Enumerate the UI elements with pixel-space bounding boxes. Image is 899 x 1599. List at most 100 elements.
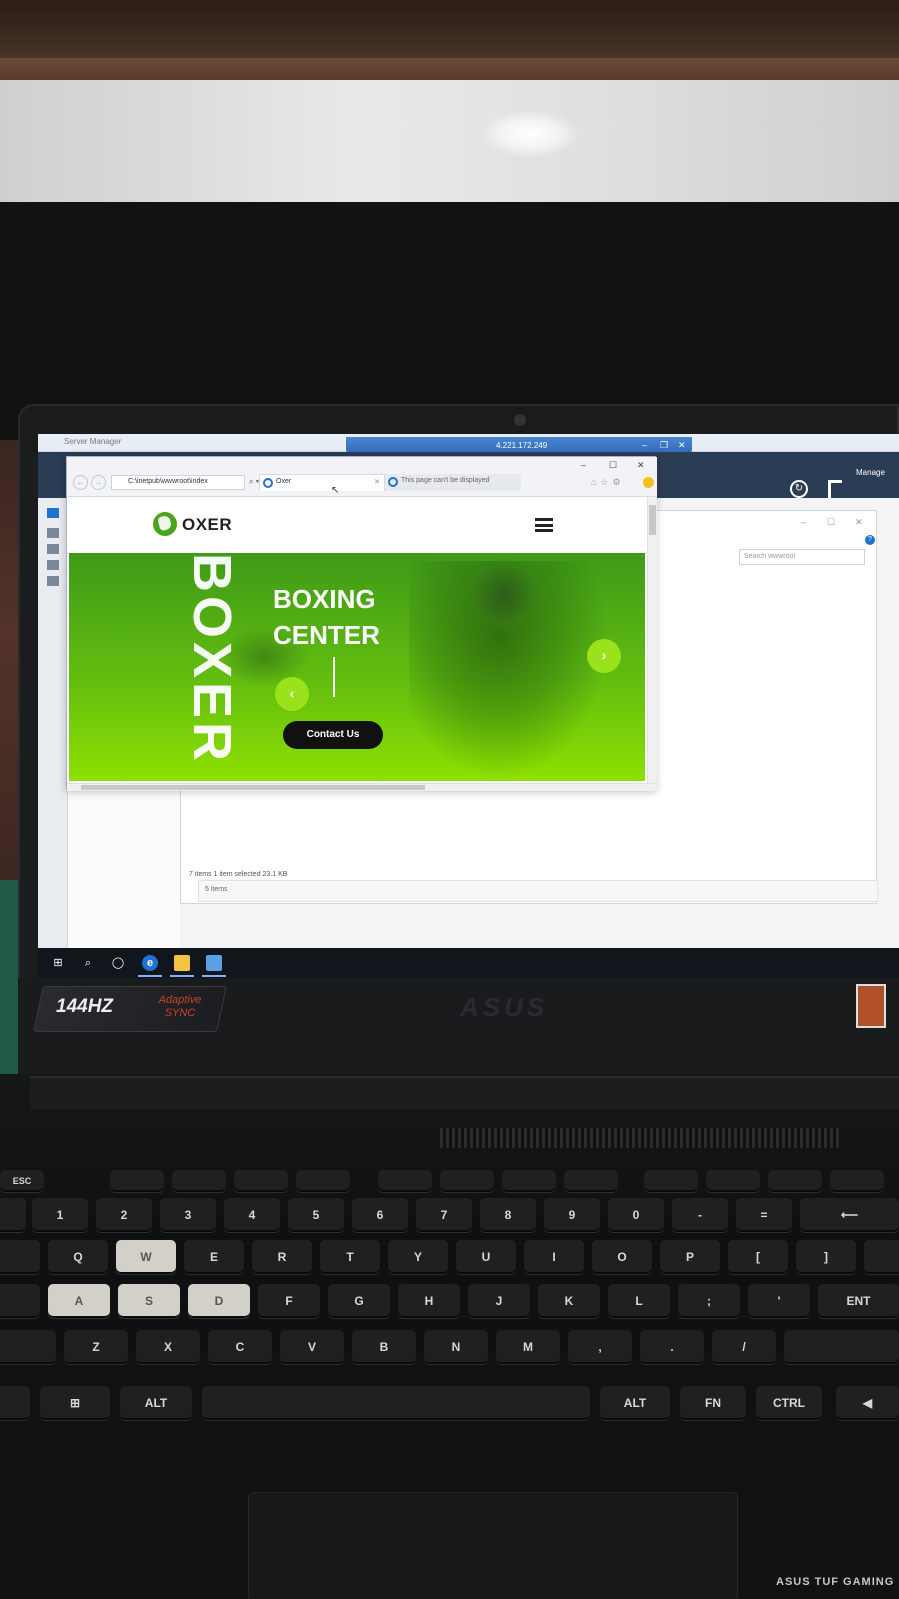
key[interactable]: S [118, 1284, 180, 1318]
horizontal-scrollbar[interactable] [67, 783, 657, 791]
key[interactable]: R [252, 1240, 312, 1274]
key[interactable]: Y [388, 1240, 448, 1274]
windows-start-icon[interactable]: ⊞ [50, 955, 66, 971]
touchpad[interactable] [248, 1492, 738, 1599]
browser-minimize-icon[interactable]: – [581, 460, 586, 470]
task-view-icon[interactable]: ◯ [110, 955, 126, 971]
key[interactable]: 7 [416, 1198, 472, 1232]
key[interactable] [0, 1198, 26, 1232]
dashboard-icon[interactable] [47, 508, 59, 518]
key[interactable]: - [672, 1198, 728, 1232]
spacebar[interactable] [202, 1386, 590, 1420]
key[interactable]: U [456, 1240, 516, 1274]
boxing-glove-logo-icon[interactable] [150, 509, 180, 539]
hamburger-menu-icon[interactable] [535, 518, 553, 532]
tab-error[interactable]: This page can't be displayed [385, 474, 521, 491]
fn-key[interactable]: FN [680, 1386, 746, 1420]
key[interactable]: 4 [224, 1198, 280, 1232]
key[interactable]: 3 [160, 1198, 216, 1232]
ctrl-key[interactable] [0, 1386, 30, 1420]
key[interactable]: C [208, 1330, 272, 1364]
back-arrow-icon[interactable]: ← [73, 475, 88, 490]
key[interactable]: [ [728, 1240, 788, 1274]
key[interactable]: B [352, 1330, 416, 1364]
key[interactable]: = [736, 1198, 792, 1232]
key[interactable]: T [320, 1240, 380, 1274]
file-services-icon[interactable] [47, 560, 59, 570]
key[interactable]: V [280, 1330, 344, 1364]
key[interactable]: , [568, 1330, 632, 1364]
key[interactable]: ESC [0, 1170, 44, 1192]
key[interactable]: 5 [288, 1198, 344, 1232]
address-bar[interactable]: C:\inetpub\wwwroot\index [111, 475, 245, 490]
explorer-search-input[interactable]: Search wwwroot [739, 549, 865, 565]
key[interactable]: . [640, 1330, 704, 1364]
file-explorer-icon[interactable] [174, 955, 190, 971]
function-key[interactable] [768, 1170, 822, 1192]
function-key[interactable] [234, 1170, 288, 1192]
ctrl-key[interactable]: CTRL [756, 1386, 822, 1420]
key[interactable]: G [328, 1284, 390, 1318]
function-key[interactable] [830, 1170, 884, 1192]
key[interactable]: 6 [352, 1198, 408, 1232]
explorer-close-icon[interactable]: ✕ [855, 517, 863, 528]
manage-menu[interactable]: Manage [856, 468, 885, 477]
key[interactable]: N [424, 1330, 488, 1364]
key[interactable]: 9 [544, 1198, 600, 1232]
key[interactable]: O [592, 1240, 652, 1274]
rdp-close-icon[interactable]: ✕ [678, 440, 686, 451]
key[interactable]: ; [678, 1284, 740, 1318]
key[interactable]: H [398, 1284, 460, 1318]
backspace-key[interactable]: ⟵ [800, 1198, 899, 1232]
backslash-key[interactable] [864, 1240, 899, 1274]
key[interactable]: F [258, 1284, 320, 1318]
key[interactable]: ' [748, 1284, 810, 1318]
key[interactable]: Z [64, 1330, 128, 1364]
key[interactable]: M [496, 1330, 560, 1364]
key[interactable]: P [660, 1240, 720, 1274]
browser-maximize-icon[interactable]: ☐ [609, 460, 617, 471]
key[interactable]: 1 [32, 1198, 88, 1232]
help-icon[interactable]: ? [865, 535, 875, 545]
function-key[interactable] [502, 1170, 556, 1192]
key[interactable]: K [538, 1284, 600, 1318]
site-logo[interactable]: OXER [182, 515, 232, 535]
function-key[interactable] [644, 1170, 698, 1192]
windows-key-icon[interactable]: ⊞ [40, 1386, 110, 1420]
feedback-smiley-icon[interactable] [643, 477, 654, 488]
key[interactable]: E [184, 1240, 244, 1274]
refresh-icon[interactable]: ↻ [790, 480, 808, 498]
function-key[interactable] [706, 1170, 760, 1192]
alt-key[interactable]: ALT [120, 1386, 192, 1420]
function-key[interactable] [564, 1170, 618, 1192]
vertical-scroll-thumb[interactable] [649, 505, 656, 535]
caps-lock-key[interactable] [0, 1284, 40, 1318]
enter-key[interactable]: ENT [818, 1284, 899, 1318]
key[interactable]: I [524, 1240, 584, 1274]
key[interactable]: A [48, 1284, 110, 1318]
function-key[interactable] [172, 1170, 226, 1192]
key[interactable]: D [188, 1284, 250, 1318]
key[interactable]: 8 [480, 1198, 536, 1232]
key[interactable]: 2 [96, 1198, 152, 1232]
key[interactable]: W [116, 1240, 176, 1274]
explorer-minimize-icon[interactable]: – [801, 517, 806, 527]
function-key[interactable] [296, 1170, 350, 1192]
notifications-flag-icon[interactable] [828, 480, 842, 498]
rdp-restore-icon[interactable]: ❐ [660, 440, 668, 451]
vertical-scrollbar[interactable] [647, 497, 657, 783]
tab-oxer[interactable]: Oxer ✕ [259, 474, 385, 491]
key[interactable]: ] [796, 1240, 856, 1274]
key[interactable]: L [608, 1284, 670, 1318]
forward-arrow-icon[interactable]: → [91, 475, 106, 490]
horizontal-scroll-thumb[interactable] [81, 785, 425, 790]
slider-prev-button[interactable]: ‹ [275, 677, 309, 711]
tab-close-icon[interactable]: ✕ [374, 478, 380, 486]
search-icon[interactable]: ⌕ [80, 955, 96, 971]
rdp-minimize-icon[interactable]: – [642, 440, 647, 450]
tab-key[interactable] [0, 1240, 40, 1274]
server-manager-icon[interactable] [206, 955, 222, 971]
arrow-left-key[interactable]: ◀ [836, 1386, 899, 1420]
slider-next-button[interactable]: › [587, 639, 621, 673]
key[interactable]: 0 [608, 1198, 664, 1232]
